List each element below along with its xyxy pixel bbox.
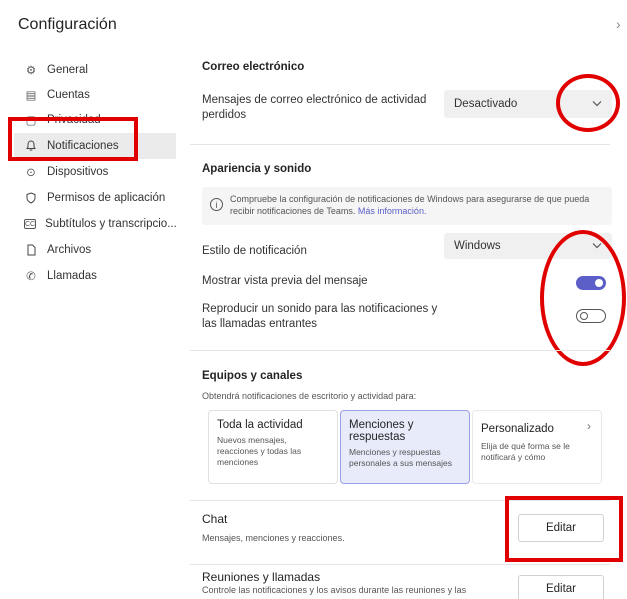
- chevron-right-icon: ›: [587, 419, 591, 433]
- sound-label: Reproducir un sonido para las notificaci…: [202, 303, 438, 330]
- sidebar-item-dispositivos[interactable]: ⊙ Dispositivos: [14, 159, 176, 185]
- info-text: Compruebe la configuración de notificaci…: [230, 194, 590, 216]
- sidebar-item-label: Dispositivos: [47, 166, 109, 178]
- divider: [190, 500, 610, 501]
- appearance-section-title: Apariencia y sonido: [202, 163, 312, 175]
- dropdown-value: Desactivado: [454, 98, 518, 110]
- sidebar-item-label: Archivos: [47, 244, 92, 256]
- sidebar-item-label: Permisos de aplicación: [47, 192, 166, 204]
- device-icon: ⊙: [26, 167, 36, 179]
- notification-style-label: Estilo de notificación: [202, 245, 307, 257]
- file-icon: [24, 243, 38, 257]
- meetings-edit-button[interactable]: Editar: [518, 575, 604, 599]
- email-frequency-dropdown[interactable]: Desactivado: [444, 90, 612, 118]
- captions-icon: CC: [24, 219, 37, 229]
- message-preview-toggle[interactable]: [576, 276, 606, 290]
- divider: [190, 564, 610, 565]
- card-all-activity[interactable]: Toda la actividad Nuevos mensajes, reacc…: [208, 410, 338, 484]
- gear-icon: ⚙: [25, 65, 37, 77]
- card-desc: Nuevos mensajes, reacciones y todas las …: [217, 435, 302, 467]
- card-mentions-replies[interactable]: Menciones y respuestas Menciones y respu…: [340, 410, 470, 484]
- page-title: Configuración: [18, 16, 117, 33]
- meetings-section-desc: Controle las notificaciones y los avisos…: [202, 585, 467, 595]
- card-desc: Elija de qué forma se le notificará y có…: [481, 441, 570, 462]
- shield-icon: [24, 191, 38, 205]
- windows-info-banner: i Compruebe la configuración de notifica…: [202, 187, 612, 225]
- sidebar-item-label: Notificaciones: [47, 140, 119, 152]
- chevron-down-icon: [592, 99, 602, 110]
- divider: [190, 144, 610, 145]
- card-desc: Menciones y respuestas personales a sus …: [349, 447, 453, 468]
- info-icon: i: [210, 198, 223, 211]
- sidebar-item-llamadas[interactable]: ✆ Llamadas: [14, 263, 176, 289]
- chat-section-desc: Mensajes, menciones y reacciones.: [202, 533, 345, 543]
- card-title: Menciones y respuestas: [349, 419, 414, 443]
- message-preview-label: Mostrar vista previa del mensaje: [202, 275, 368, 287]
- meetings-section-title: Reuniones y llamadas: [202, 570, 321, 584]
- bell-icon: [24, 139, 38, 153]
- phone-icon: ✆: [26, 271, 36, 283]
- close-icon[interactable]: ›: [616, 16, 621, 32]
- sound-toggle[interactable]: [576, 309, 606, 323]
- sidebar-item-cuentas[interactable]: ▤ Cuentas: [14, 82, 176, 108]
- sidebar-item-permisos[interactable]: Permisos de aplicación: [14, 185, 176, 211]
- email-missed-activity-label: Mensajes de correo electrónico de activi…: [202, 94, 427, 121]
- divider: [190, 350, 610, 351]
- card-title: Toda la actividad: [217, 419, 303, 431]
- email-section-title: Correo electrónico: [202, 61, 305, 73]
- sidebar-item-subtitulos[interactable]: CC Subtítulos y transcripcio...: [14, 211, 176, 237]
- dropdown-value: Windows: [454, 240, 501, 252]
- teams-section-subtitle: Obtendrá notificaciones de escritorio y …: [202, 391, 417, 401]
- sidebar-item-label: Subtítulos y transcripcio...: [45, 218, 176, 230]
- chat-section-title: Chat: [202, 512, 228, 526]
- sidebar-item-notificaciones[interactable]: Notificaciones: [14, 133, 176, 159]
- sidebar-item-privacidad[interactable]: ▢ Privacidad: [14, 107, 176, 133]
- sidebar-item-label: Privacidad: [47, 114, 101, 126]
- sidebar-item-label: Llamadas: [47, 270, 97, 282]
- notification-style-dropdown[interactable]: Windows: [444, 233, 612, 259]
- lock-icon: ▢: [25, 115, 37, 127]
- teams-section-title: Equipos y canales: [202, 370, 303, 382]
- card-custom[interactable]: Personalizado Elija de qué forma se le n…: [472, 410, 602, 484]
- sidebar-item-archivos[interactable]: Archivos: [14, 237, 176, 263]
- sidebar-item-label: General: [47, 64, 88, 76]
- sidebar-item-label: Cuentas: [47, 89, 90, 101]
- sidebar-item-general[interactable]: ⚙ General: [14, 57, 176, 83]
- chevron-down-icon: [592, 241, 602, 252]
- chat-edit-button[interactable]: Editar: [518, 514, 604, 542]
- card-title: Personalizado: [481, 423, 554, 435]
- more-info-link[interactable]: Más información.: [358, 206, 427, 216]
- account-card-icon: ▤: [25, 90, 37, 102]
